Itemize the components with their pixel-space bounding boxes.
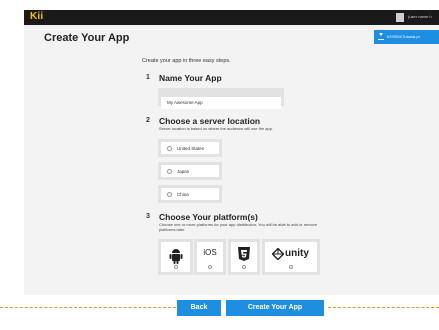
intro-text: Create your app in three easy steps. bbox=[142, 58, 231, 64]
app-name-field-wrapper bbox=[158, 88, 284, 109]
kii-logo[interactable]: Kii bbox=[30, 11, 43, 22]
android-icon bbox=[169, 249, 183, 264]
platform-tile-android[interactable] bbox=[158, 239, 193, 275]
app-name-input[interactable] bbox=[161, 96, 281, 109]
unity-logo-icon bbox=[272, 248, 284, 260]
ios-label: iOS bbox=[203, 248, 217, 257]
radio-button[interactable] bbox=[167, 191, 172, 197]
step-2-number: 2 bbox=[146, 117, 150, 124]
unity-label: unity bbox=[285, 248, 309, 259]
step-3-number: 3 bbox=[146, 213, 150, 220]
download-icon bbox=[378, 33, 384, 41]
platform-tile-ios[interactable]: iOS bbox=[194, 239, 226, 275]
platform-checkbox[interactable] bbox=[289, 265, 293, 269]
platform-checkbox[interactable] bbox=[242, 265, 246, 269]
platform-checkbox[interactable] bbox=[208, 265, 212, 269]
create-app-button[interactable]: Create Your App bbox=[226, 300, 324, 316]
server-option-china[interactable]: China bbox=[158, 185, 222, 203]
page-title: Create Your App bbox=[44, 32, 130, 44]
step-3-title: Choose Your platform(s) bbox=[159, 212, 258, 222]
step-1-title: Name Your App bbox=[159, 73, 222, 83]
platform-tile-html5[interactable] bbox=[228, 239, 260, 275]
radio-button[interactable] bbox=[167, 145, 172, 151]
dashed-divider-right bbox=[328, 307, 439, 308]
user-avatar-icon[interactable] bbox=[396, 13, 404, 22]
back-button[interactable]: Back bbox=[177, 300, 221, 316]
download-label: IOSSDKTutorial.pr bbox=[387, 34, 420, 39]
step-2-title: Choose a server location bbox=[159, 116, 261, 126]
html5-icon bbox=[238, 247, 250, 261]
radio-button[interactable] bbox=[167, 168, 172, 174]
top-bar bbox=[24, 10, 439, 25]
step-3-description-line-2: platforms later. bbox=[159, 227, 186, 232]
server-option-japan[interactable]: Japan bbox=[158, 162, 222, 180]
step-1-number: 1 bbox=[146, 74, 150, 81]
platform-checkbox[interactable] bbox=[173, 265, 178, 269]
step-2-description: Server location is based on where the au… bbox=[159, 126, 274, 131]
download-sdk-button[interactable]: IOSSDKTutorial.pr bbox=[374, 30, 439, 44]
dashed-divider-left bbox=[0, 307, 176, 308]
server-option-united-states[interactable]: United States bbox=[158, 139, 222, 157]
user-name[interactable]: (user name h bbox=[408, 14, 432, 19]
platform-tile-unity[interactable]: unity bbox=[262, 239, 320, 275]
